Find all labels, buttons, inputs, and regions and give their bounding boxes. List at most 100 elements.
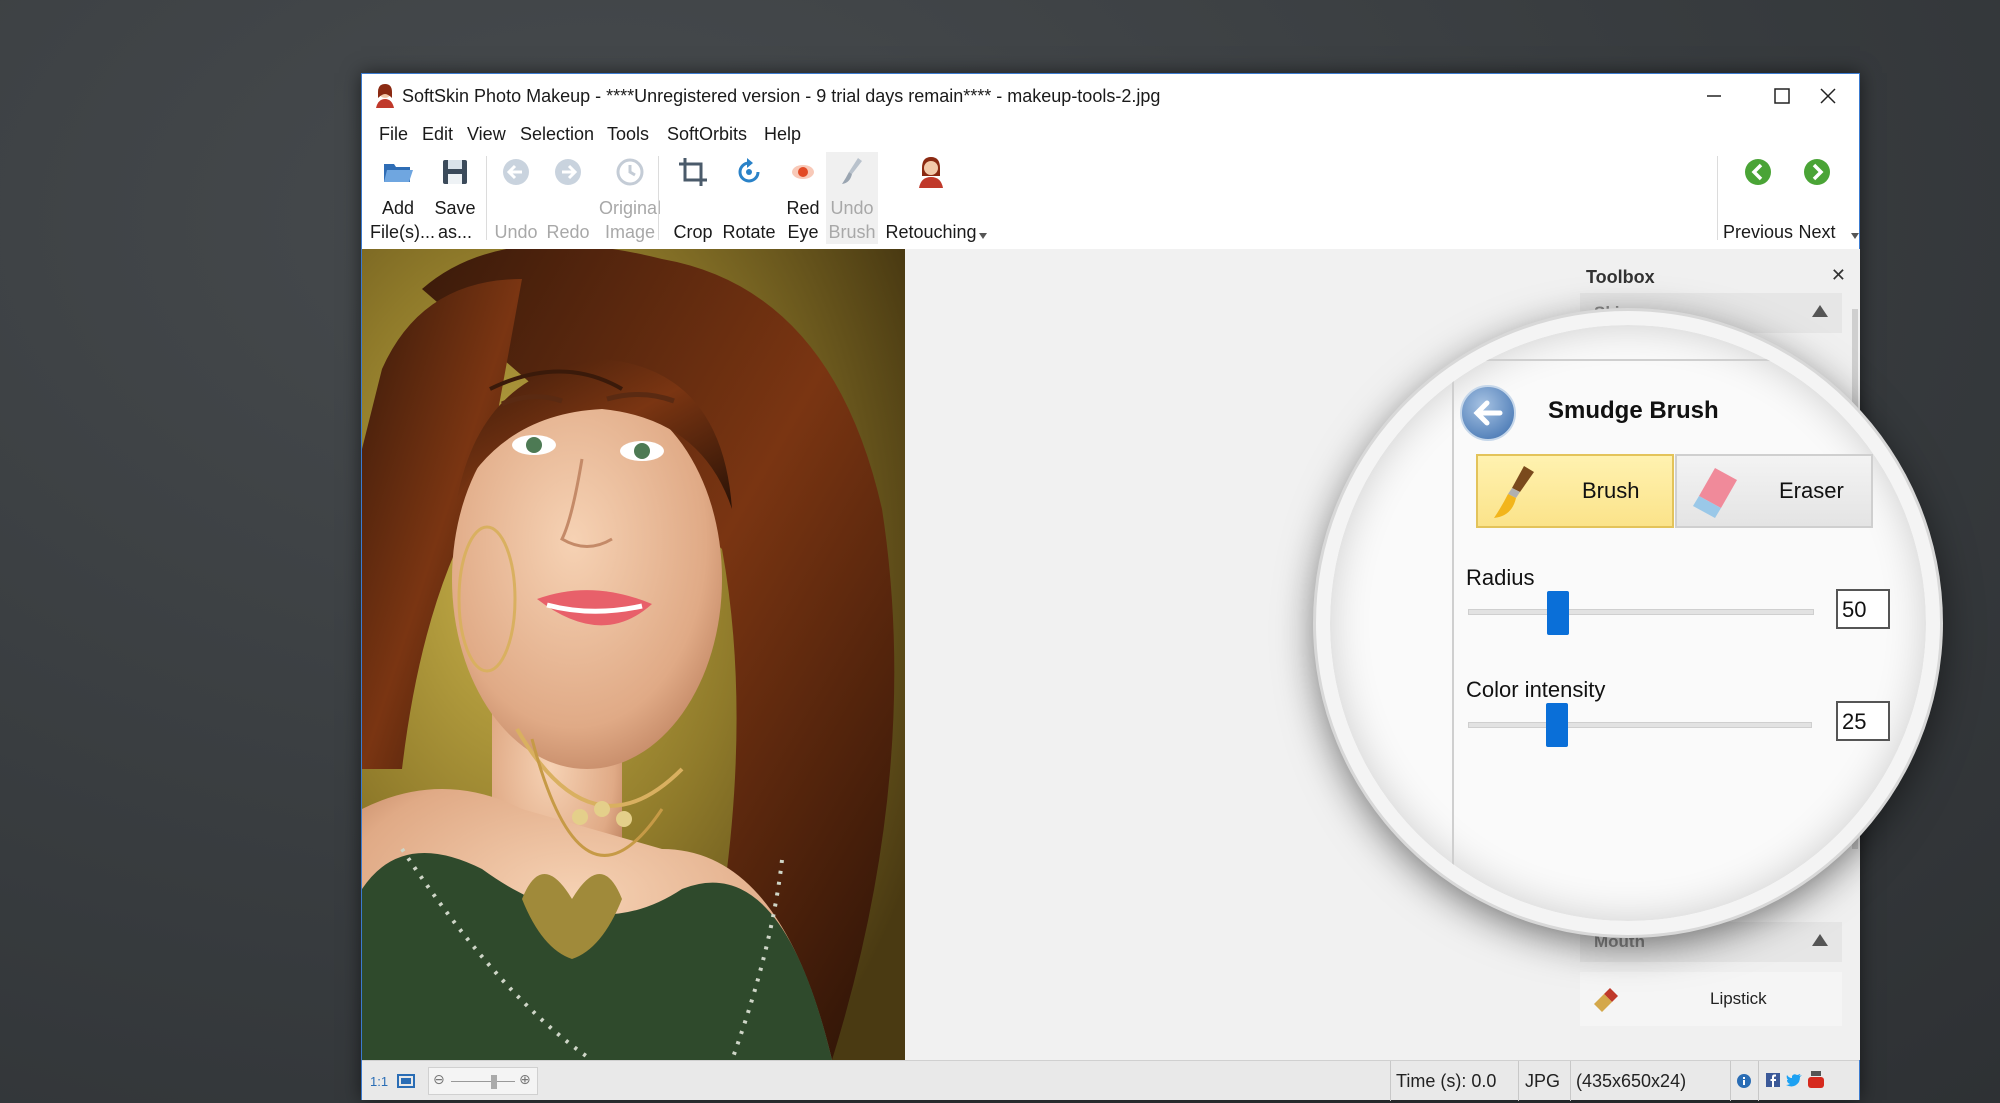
crop-icon [679,158,707,186]
red-eye-button[interactable]: Red Eye [782,152,824,244]
partial-tool-label: encil [1744,897,1777,914]
lipstick-icon [1594,988,1618,1012]
menu-help[interactable]: Help [764,124,801,145]
zoom-slider-thumb[interactable] [491,1075,497,1089]
facebook-icon[interactable] [1766,1073,1780,1087]
portrait-image [362,249,905,1060]
status-separator [1570,1061,1571,1101]
zoom-slider-track [451,1081,515,1082]
retouching-button[interactable]: Retouching [882,152,980,244]
toolbar: Add File(s)... Save as... Undo Redo Orig… [362,152,1859,244]
app-logo-icon [376,84,394,108]
menu-edit[interactable]: Edit [422,124,453,145]
radius-value-input[interactable]: 50 [1836,589,1890,629]
red-eye-label-2: Eye [787,222,819,242]
close-button[interactable] [1795,74,1861,118]
portrait-photo[interactable] [362,249,905,1060]
save-disk-icon [443,160,467,184]
collapse-triangle-icon[interactable] [1812,934,1828,946]
radius-label: Radius [1466,565,1535,590]
fit-to-window-icon[interactable] [396,1071,416,1091]
toolbar-overflow-icon[interactable] [978,232,988,240]
retouching-label: Retouching [885,222,977,242]
next-button[interactable]: Next [1794,152,1840,244]
menu-bar: File Edit View Selection Tools SoftOrbit… [362,118,1859,150]
eraser-label: Eraser [1779,478,1844,503]
menu-tools[interactable]: Tools [607,124,649,145]
save-as-label-2: as... [437,222,472,242]
youtube-icon[interactable] [1808,1071,1824,1089]
lipstick-label: Lipstick [1710,989,1767,1008]
color-intensity-slider[interactable] [1468,722,1812,728]
redo-button[interactable]: Redo [544,152,592,244]
back-arrow-icon [1473,400,1503,426]
next-arrow-icon [1804,159,1830,185]
color-intensity-label: Color intensity [1466,677,1606,702]
status-bar: 1:1 ⊖ ⊕ Time (s): 0.0 JPG (435x650x24) [362,1060,1859,1101]
undo-brush-label-1: Undo [830,198,874,218]
dimensions-readout: (435x650x24) [1576,1071,1687,1091]
status-separator [1390,1061,1391,1101]
color-intensity-slider-thumb[interactable] [1546,703,1569,747]
crop-label: Crop [673,222,713,242]
previous-button[interactable]: Previous [1722,152,1794,244]
panel-border [1452,359,1454,919]
brush-icon [842,158,862,184]
save-as-label-1: Save [434,198,476,218]
toolbar-overflow-icon[interactable] [1850,232,1860,240]
toolbar-separator [658,156,659,240]
menu-softorbits[interactable]: SoftOrbits [667,124,747,145]
smudge-brush-title: Smudge Brush [1548,397,1719,424]
original-image-label-1: Original [598,198,662,218]
status-separator [1730,1061,1731,1101]
menu-view[interactable]: View [467,124,506,145]
add-files-label-2: File(s)... [370,222,435,242]
zoom-slider[interactable]: ⊖ ⊕ [428,1067,538,1095]
brush-label: Brush [1582,478,1640,503]
original-image-button[interactable]: Original Image [594,152,666,244]
add-files-button[interactable]: Add File(s)... [370,152,435,244]
radius-slider[interactable] [1468,609,1814,615]
undo-arrow-icon [503,159,529,185]
menu-selection[interactable]: Selection [520,124,594,145]
back-button[interactable] [1460,385,1516,441]
undo-brush-button[interactable]: Undo Brush [826,152,878,244]
close-icon [1820,88,1836,104]
status-separator [1758,1061,1759,1101]
redo-arrow-icon [555,159,581,185]
next-label: Next [1798,222,1836,242]
maximize-icon [1774,88,1790,104]
previous-label: Previous [1722,222,1794,242]
magnifier-lens: Smudge Brush Brush Eraser Radius 50 Colo… [1316,311,1940,935]
status-separator [1518,1061,1519,1101]
toolbar-separator [486,156,487,240]
undo-brush-label-2: Brush [828,222,876,242]
color-intensity-value-input[interactable]: 25 [1836,701,1890,741]
menu-file[interactable]: File [379,124,408,145]
rotate-icon [738,158,760,183]
brush-mode-button[interactable]: Brush [1476,454,1674,528]
radius-slider-thumb[interactable] [1546,591,1569,635]
eraser-mode-button[interactable]: Eraser [1675,454,1873,528]
info-icon[interactable] [1736,1073,1752,1089]
zoom-1to1-button[interactable]: 1:1 [370,1074,388,1089]
zoom-in-icon[interactable]: ⊕ [519,1071,531,1088]
paintbrush-icon [1494,466,1534,518]
rotate-button[interactable]: Rotate [716,152,782,244]
original-image-icon [616,158,644,186]
undo-label: Undo [494,222,538,242]
minimize-button[interactable] [1681,74,1747,118]
undo-button[interactable]: Undo [492,152,540,244]
section-mouth-label: Mouth [1594,932,1645,951]
zoom-out-icon[interactable]: ⊖ [433,1071,445,1088]
collapse-triangle-icon[interactable] [1812,305,1828,317]
red-eye-label-1: Red [786,198,820,218]
save-as-button[interactable]: Save as... [432,152,478,244]
twitter-icon[interactable] [1786,1073,1802,1087]
crop-button[interactable]: Crop [668,152,718,244]
retouching-woman-icon [919,157,943,188]
toolbox-close-icon[interactable]: ✕ [1831,265,1846,286]
panel-border [1452,359,1792,361]
lipstick-tool-item[interactable]: Lipstick [1580,972,1842,1026]
time-readout: Time (s): 0.0 [1396,1071,1497,1091]
